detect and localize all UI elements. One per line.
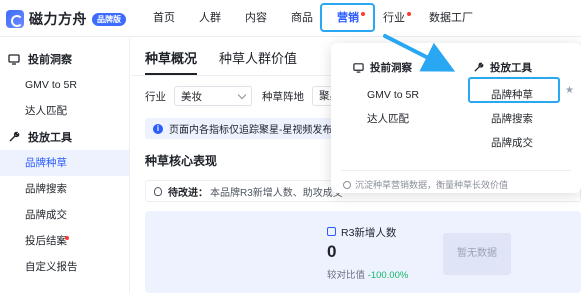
- sidebar-item-gmv-to-5r[interactable]: GMV to 5R: [0, 72, 129, 98]
- dropdown-group-label: 投放工具: [490, 61, 532, 74]
- nav-item-data-factory[interactable]: 数据工厂: [417, 0, 485, 37]
- nav-item-industry-label: 行业: [383, 12, 405, 24]
- nav-item-home[interactable]: 首页: [141, 0, 187, 37]
- improve-label: 待改进：: [168, 187, 208, 199]
- sidebar-group-pre-insight[interactable]: 投前洞察: [0, 46, 129, 72]
- sidebar-item-brand-search[interactable]: 品牌搜索: [0, 176, 129, 202]
- empty-data-placeholder: 暂无数据: [443, 233, 511, 275]
- dropdown-divider: [341, 170, 571, 171]
- nav-item-content[interactable]: 内容: [233, 0, 279, 37]
- metric-icon: [327, 227, 336, 236]
- sidebar-item-post-campaign[interactable]: 投后结案: [0, 228, 129, 254]
- notification-dot: [407, 12, 411, 16]
- brand-logo[interactable]: 磁力方舟 品牌版: [6, 9, 126, 29]
- dropdown-item-gmv-to-5r[interactable]: GMV to 5R: [353, 83, 419, 107]
- top-bar: 磁力方舟 品牌版 首页 人群 内容 商品 营销 行业 数据工厂: [0, 0, 581, 37]
- sidebar-group-ad-tools[interactable]: 投放工具: [0, 124, 129, 150]
- sidebar: 投前洞察 GMV to 5R 达人匹配 投放工具 品牌种草 品牌搜索 品牌成交 …: [0, 38, 130, 293]
- info-outline-icon: [343, 180, 351, 189]
- nav-item-industry[interactable]: 行业: [371, 0, 417, 37]
- sidebar-group-label: 投前洞察: [28, 54, 72, 66]
- dropdown-item-brand-conversion[interactable]: 品牌成交: [473, 131, 533, 155]
- sidebar-item-brand-seeding[interactable]: 品牌种草: [0, 150, 129, 176]
- tab-seeding-audience-value[interactable]: 种草人群价值: [219, 48, 297, 75]
- section-title: 种草核心表现: [145, 154, 218, 168]
- sidebar-item-label: 投后结案: [25, 235, 67, 247]
- wrench-icon: [9, 131, 20, 142]
- industry-filter-label: 行业: [145, 90, 166, 103]
- improve-text: 本品牌R3新增人数、助攻成交: [210, 187, 343, 199]
- nav-item-products[interactable]: 商品: [279, 0, 325, 37]
- dropdown-footer: 沉淀种草营销数据，衡量种草长效价值: [343, 178, 508, 191]
- dropdown-group-label: 投前洞察: [370, 61, 412, 74]
- tab-bar: 种草概况 种草人群价值: [145, 48, 319, 75]
- top-nav: 首页 人群 内容 商品 营销 行业 数据工厂: [141, 0, 485, 37]
- lightbulb-icon: [154, 186, 162, 196]
- industry-select-value: 美妆: [181, 90, 202, 103]
- info-icon: i: [153, 123, 163, 134]
- sidebar-item-custom-report[interactable]: 自定义报告: [0, 254, 129, 280]
- filter-row: 行业 美妆 种草阵地 聚星: [145, 86, 348, 106]
- star-icon[interactable]: ★: [565, 85, 574, 96]
- highlight-box-brand-seeding: [468, 77, 560, 103]
- dropdown-group-header: 投前洞察: [353, 59, 419, 75]
- metric-title: R3新增人数: [341, 227, 397, 239]
- metric-compare-value: -100.00%: [367, 270, 409, 281]
- dropdown-item-kol-match[interactable]: 达人匹配: [353, 107, 419, 131]
- tab-seeding-overview[interactable]: 种草概况: [145, 48, 198, 75]
- brand-name: 磁力方舟: [29, 11, 87, 27]
- dropdown-group-header: 投放工具: [473, 59, 533, 75]
- position-filter-label: 种草阵地: [262, 90, 304, 103]
- monitor-icon: [8, 54, 20, 65]
- metric-value: 0: [327, 242, 337, 261]
- industry-select[interactable]: 美妆: [174, 86, 252, 106]
- chevron-down-icon: [237, 90, 247, 99]
- wrench-icon: [474, 62, 484, 72]
- dropdown-column-ad-tools: 投放工具 品牌种草 品牌搜索 品牌成交: [473, 59, 533, 155]
- dropdown-column-pre-insight: 投前洞察 GMV to 5R 达人匹配: [353, 59, 419, 131]
- brand-logo-icon: [6, 10, 24, 28]
- notification-dot: [65, 236, 69, 240]
- metric-compare-label: 较对比值: [327, 270, 366, 281]
- notice-text: 页面内各指标仅追踪聚星-星视频发布后: [169, 125, 343, 136]
- dropdown-item-brand-search[interactable]: 品牌搜索: [473, 107, 533, 131]
- dropdown-footer-text: 沉淀种草营销数据，衡量种草长效价值: [355, 180, 509, 190]
- highlight-box-marketing: [320, 3, 375, 32]
- metric-compare: 较对比值 -100.00%: [327, 267, 408, 281]
- marketing-dropdown-menu: 投前洞察 GMV to 5R 达人匹配 投放工具 品牌种草 品牌搜索 品牌成交 …: [331, 43, 581, 193]
- nav-item-audience[interactable]: 人群: [187, 0, 233, 37]
- sidebar-item-kol-match[interactable]: 达人匹配: [0, 98, 129, 124]
- brand-badge: 品牌版: [92, 12, 126, 26]
- monitor-icon: [353, 62, 364, 73]
- sidebar-item-brand-conversion[interactable]: 品牌成交: [0, 202, 129, 228]
- metric-card: R3新增人数 0 较对比值 -100.00% 暂无数据: [145, 211, 581, 293]
- sidebar-group-label: 投放工具: [28, 132, 72, 144]
